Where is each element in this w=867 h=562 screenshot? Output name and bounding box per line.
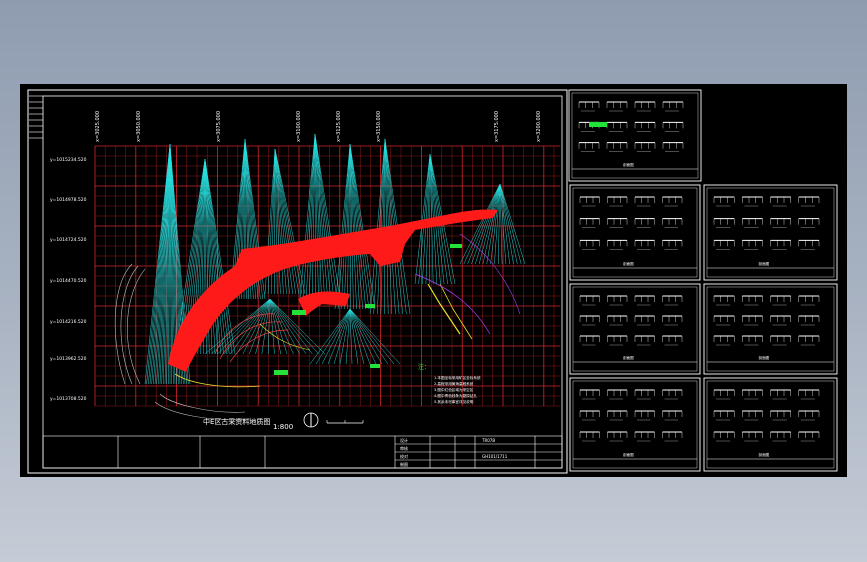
- coord-top-6: x=3150.000: [376, 111, 382, 142]
- tb-label-3: 校对: [400, 453, 408, 459]
- note-5: 5.其余未尽事宜详见说明: [434, 399, 474, 404]
- note-4: 4.图中青色线条为勘探钻孔: [434, 393, 477, 398]
- coord-top-4: x=3100.000: [296, 111, 302, 142]
- tb-label-2: 审核: [400, 445, 408, 451]
- coord-top-3: x=3075.000: [216, 111, 222, 142]
- section-sheet-label: 剖面图: [623, 452, 634, 457]
- tb-project: TR07B: [481, 438, 495, 443]
- section-sheet[interactable]: 剖面图: [569, 283, 701, 375]
- coord-top-2: x=3050.000: [136, 111, 142, 142]
- coord-left-1: y=1015234.520: [50, 157, 87, 163]
- coord-left-4: y=1014470.520: [50, 278, 87, 284]
- top-coordinate-labels: x=3025.000 x=3050.000 x=3075.000 x=3100.…: [95, 111, 542, 142]
- section-sheet[interactable]: 剖面图: [569, 184, 701, 281]
- coord-left-3: y=1014724.520: [50, 237, 87, 243]
- drawing-scale: 1:800: [273, 423, 293, 431]
- note-1: 1.本图坐标采用矿区坐标系统: [434, 375, 481, 380]
- coord-left-6: y=1013962.520: [50, 356, 87, 362]
- cad-viewport[interactable]: x=3025.000 x=3050.000 x=3075.000 x=3100.…: [20, 84, 847, 477]
- drawing-title: 中E区古采资料地质图: [203, 417, 270, 426]
- coord-left-7: y=1013708.520: [50, 396, 87, 402]
- tb-label-1: 设计: [400, 437, 408, 443]
- tb-label-4: 制图: [400, 461, 408, 467]
- section-sheet[interactable]: 剖面图: [703, 377, 838, 472]
- section-sheet[interactable]: 剖面图: [703, 283, 838, 375]
- coord-top-5: x=3125.000: [336, 111, 342, 142]
- scale-bar: [326, 420, 364, 424]
- main-sheet[interactable]: x=3025.000 x=3050.000 x=3075.000 x=3100.…: [27, 89, 568, 474]
- coord-top-8: x=3200.000: [536, 111, 542, 142]
- hatch-strip: [29, 95, 43, 139]
- north-arrow-icon: [303, 412, 319, 428]
- note-3: 3.图中红色区域为采空区: [434, 387, 474, 392]
- coordinate-grid: [94, 145, 560, 407]
- left-coordinate-labels: y=1015234.520 y=1014978.520 y=1014724.52…: [50, 157, 87, 402]
- section-sheet-label: 剖面图: [623, 355, 634, 360]
- coord-left-2: y=1014978.520: [50, 197, 87, 203]
- section-sheet-label: 剖面图: [759, 261, 770, 266]
- coord-top-7: x=3175.000: [494, 111, 500, 142]
- cad-drawing: x=3025.000 x=3050.000 x=3075.000 x=3100.…: [27, 89, 838, 474]
- coord-left-5: y=1014216.520: [50, 319, 87, 325]
- section-sheet-label: 剖面图: [623, 162, 634, 167]
- note-2: 2.高程采用黄海高程系统: [434, 381, 474, 386]
- section-sheet-label: 剖面图: [759, 355, 770, 360]
- notes-block: 注： 1.本图坐标采用矿区坐标系统 2.高程采用黄海高程系统 3.图中红色区域为…: [418, 363, 481, 404]
- notes-heading: 注：: [418, 363, 430, 371]
- highlight-marks: [174, 233, 521, 388]
- section-sheets: 剖面图剖面图 剖面图剖面图 剖面图剖面图 剖面图: [568, 89, 838, 472]
- section-sheet[interactable]: 剖面图: [703, 184, 838, 281]
- section-sheet-label: 剖面图: [759, 452, 770, 457]
- coord-top-1: x=3025.000: [95, 111, 101, 142]
- section-sheet[interactable]: 剖面图: [569, 377, 701, 472]
- section-sheet[interactable]: 剖面图: [568, 89, 702, 182]
- section-sheet-label: 剖面图: [623, 261, 634, 266]
- tb-drawing-no: GH101/1711: [482, 454, 508, 459]
- borehole-fans: [144, 133, 526, 385]
